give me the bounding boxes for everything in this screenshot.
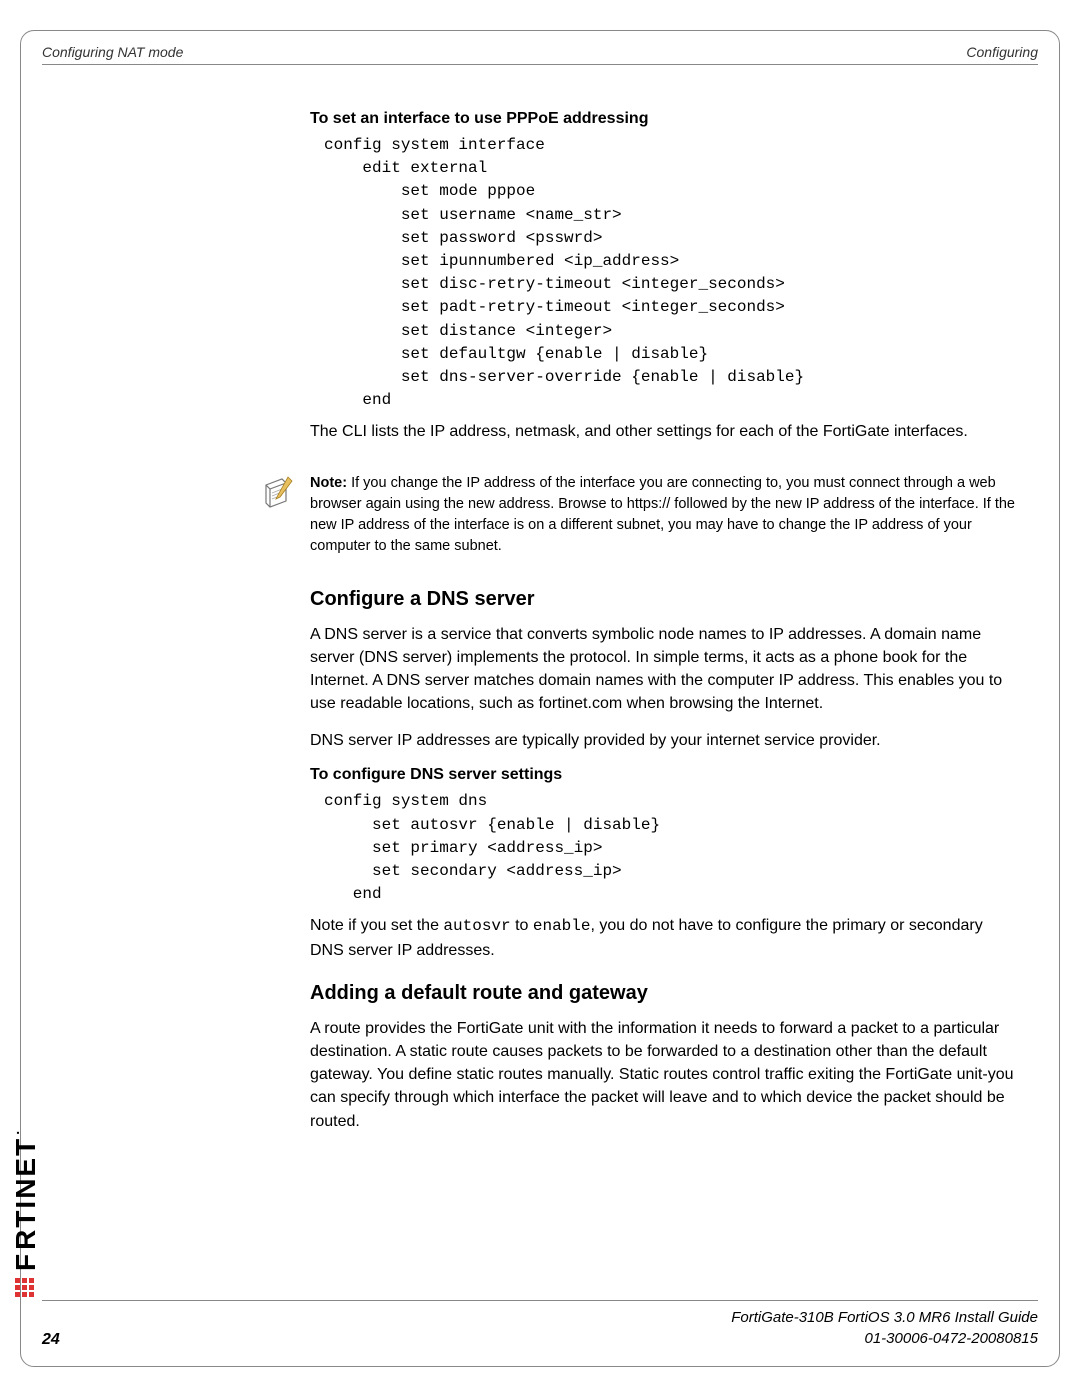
note-icon bbox=[260, 475, 300, 516]
paragraph-dns-3: Note if you set the autosvr to enable, y… bbox=[310, 914, 1020, 961]
code-block-pppoe: config system interface edit external se… bbox=[324, 134, 1020, 412]
note-block: Note: If you change the IP address of th… bbox=[260, 473, 1020, 557]
note-body: If you change the IP address of the inte… bbox=[310, 475, 1015, 554]
note-label: Note: bbox=[310, 475, 347, 491]
header-rule bbox=[42, 64, 1038, 65]
paragraph-dns-2: DNS server IP addresses are typically pr… bbox=[310, 729, 1020, 752]
logo-text: RTINET bbox=[10, 1137, 41, 1250]
section-title-pppoe: To set an interface to use PPPoE address… bbox=[310, 110, 1020, 128]
page-header: Configuring NAT mode Configuring bbox=[42, 44, 1038, 60]
fortinet-logo: FRTINET. bbox=[6, 1129, 42, 1297]
main-content: To set an interface to use PPPoE address… bbox=[310, 110, 1020, 1147]
logo-dots-icon bbox=[15, 1277, 37, 1297]
header-left: Configuring NAT mode bbox=[42, 44, 183, 60]
header-right: Configuring bbox=[966, 44, 1038, 60]
p3-mono2: enable bbox=[533, 917, 591, 935]
page-footer: 24 FortiGate-310B FortiOS 3.0 MR6 Instal… bbox=[42, 1300, 1038, 1349]
heading-dns: Configure a DNS server bbox=[310, 588, 1020, 611]
note-text: Note: If you change the IP address of th… bbox=[310, 473, 1020, 557]
footer-guide-title: FortiGate-310B FortiOS 3.0 MR6 Install G… bbox=[731, 1307, 1038, 1328]
p3-mono1: autosvr bbox=[443, 917, 510, 935]
heading-route: Adding a default route and gateway bbox=[310, 982, 1020, 1005]
p3a: Note if you set the bbox=[310, 917, 443, 934]
page-number: 24 bbox=[42, 1331, 60, 1349]
footer-rule bbox=[42, 1300, 1038, 1301]
footer-right: FortiGate-310B FortiOS 3.0 MR6 Install G… bbox=[731, 1307, 1038, 1349]
code-block-dns: config system dns set autosvr {enable | … bbox=[324, 790, 1020, 906]
paragraph-dns-1: A DNS server is a service that converts … bbox=[310, 623, 1020, 716]
paragraph-cli-lists: The CLI lists the IP address, netmask, a… bbox=[310, 420, 1020, 443]
p3b: to bbox=[511, 917, 533, 934]
section-title-dns-config: To configure DNS server settings bbox=[310, 766, 1020, 784]
paragraph-route-1: A route provides the FortiGate unit with… bbox=[310, 1017, 1020, 1133]
footer-doc-id: 01-30006-0472-20080815 bbox=[731, 1328, 1038, 1349]
